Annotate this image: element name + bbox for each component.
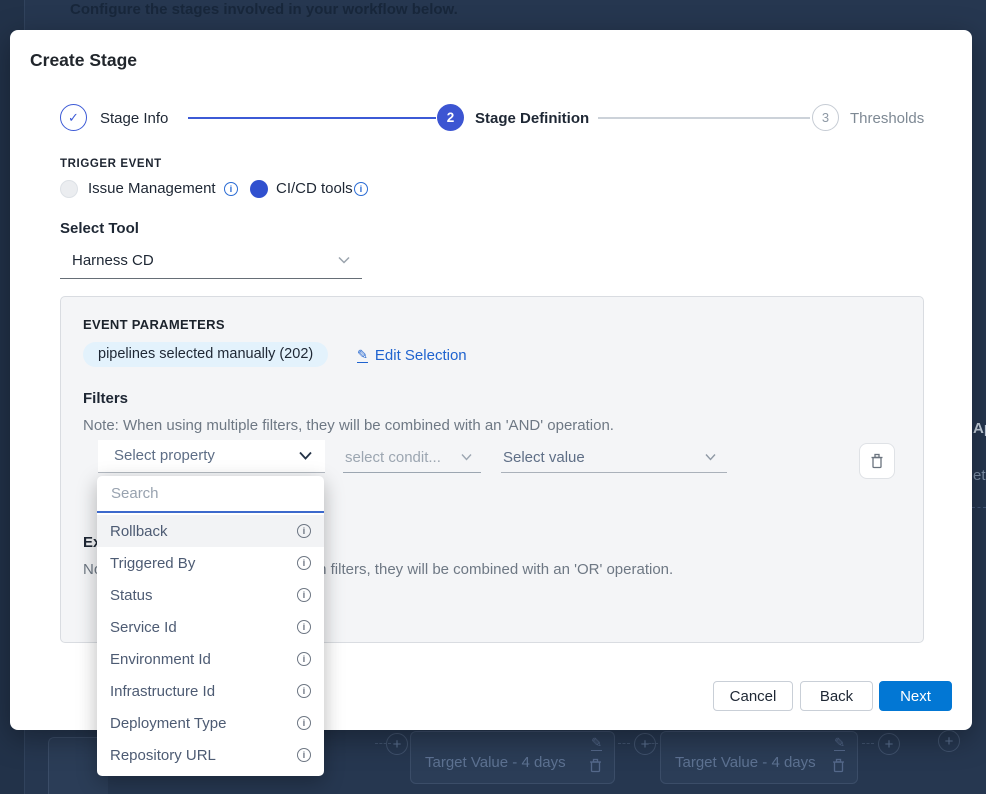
dropdown-item-status[interactable]: Status i [97, 579, 324, 611]
dropdown-item-label: Infrastructure Id [110, 683, 215, 700]
dropdown-item-list: Rollback i Triggered By i Status i Servi… [97, 513, 324, 771]
stepper-connector-pending [598, 117, 810, 119]
dashed-connector [972, 507, 986, 508]
dropdown-item-rollback[interactable]: Rollback i [97, 515, 324, 547]
step-2-number: 2 [447, 110, 455, 125]
clipped-background-text: et [973, 467, 986, 484]
select-tool-label: Select Tool [60, 220, 139, 237]
cancel-button[interactable]: Cancel [713, 681, 793, 711]
info-icon[interactable]: i [224, 182, 238, 196]
dashed-connector [862, 743, 874, 744]
info-icon[interactable]: i [297, 588, 311, 602]
tool-select-dropdown[interactable]: Harness CD [60, 243, 362, 279]
filter-value-select[interactable]: Select value [501, 445, 727, 473]
dropdown-item-infrastructure-id[interactable]: Infrastructure Id i [97, 675, 324, 707]
trash-icon [832, 758, 845, 773]
step-2-active-circle[interactable]: 2 [437, 104, 464, 131]
add-stage-plus-icon: + [878, 733, 900, 755]
dropdown-item-label: Triggered By [110, 555, 195, 572]
edit-pencil-icon: ✎ [834, 735, 845, 751]
dropdown-item-label: Environment Id [110, 651, 211, 668]
radio-cicd-tools[interactable] [250, 180, 268, 198]
step-1-done-circle[interactable]: ✓ [60, 104, 87, 131]
check-icon: ✓ [68, 110, 79, 126]
step-1-label[interactable]: Stage Info [100, 110, 168, 127]
dropdown-search-input[interactable] [97, 476, 324, 511]
trash-icon [589, 758, 602, 773]
tool-select-value: Harness CD [72, 252, 154, 269]
chevron-down-icon [705, 453, 717, 465]
info-icon[interactable]: i [297, 748, 311, 762]
dropdown-item-label: Deployment Type [110, 715, 226, 732]
edit-selection-link[interactable]: ✎ Edit Selection [357, 347, 467, 364]
dashed-connector [648, 743, 658, 744]
step-3-number: 3 [822, 110, 829, 125]
back-button[interactable]: Back [800, 681, 873, 711]
pipelines-selection-chip: pipelines selected manually (202) [83, 342, 328, 367]
event-parameters-heading: EVENT PARAMETERS [83, 317, 225, 332]
edit-pencil-icon: ✎ [591, 735, 602, 751]
radio-cicd-tools-label[interactable]: CI/CD tools [276, 180, 353, 197]
dropdown-item-label: Service Id [110, 619, 177, 636]
modal-title: Create Stage [30, 50, 137, 71]
step-2-label[interactable]: Stage Definition [475, 110, 589, 127]
dashed-connector [618, 743, 630, 744]
add-stage-plus-icon: + [634, 733, 656, 755]
dropdown-item-deployment-type[interactable]: Deployment Type i [97, 707, 324, 739]
add-stage-plus-icon: + [938, 730, 960, 752]
info-icon[interactable]: i [297, 652, 311, 666]
dropdown-search [97, 476, 324, 513]
info-icon[interactable]: i [354, 182, 368, 196]
info-icon[interactable]: i [297, 716, 311, 730]
filter-property-placeholder: Select property [114, 447, 215, 464]
add-stage-plus-icon: + [386, 733, 408, 755]
step-3-pending-circle[interactable]: 3 [812, 104, 839, 131]
dropdown-item-service-id[interactable]: Service Id i [97, 611, 324, 643]
filter-property-select[interactable]: Select property [98, 440, 325, 473]
property-dropdown-menu: Rollback i Triggered By i Status i Servi… [97, 476, 324, 776]
target-value-label: Target Value - 4 days [425, 754, 566, 771]
dropdown-item-environment-id[interactable]: Environment Id i [97, 643, 324, 675]
info-icon[interactable]: i [297, 684, 311, 698]
trigger-event-label: TRIGGER EVENT [60, 158, 162, 170]
edit-pencil-icon: ✎ [357, 348, 368, 363]
chevron-down-icon [461, 453, 473, 465]
filter-value-placeholder: Select value [503, 449, 585, 466]
next-button[interactable]: Next [879, 681, 952, 711]
dropdown-item-triggered-by[interactable]: Triggered By i [97, 547, 324, 579]
dropdown-item-repository-url[interactable]: Repository URL i [97, 739, 324, 771]
filter-condition-select[interactable]: select condit... [343, 445, 481, 473]
background-stage-card: Target Value - 4 days ✎ [410, 731, 615, 784]
radio-issue-management[interactable] [60, 180, 78, 198]
info-icon[interactable]: i [297, 620, 311, 634]
background-page-subtitle: Configure the stages involved in your wo… [70, 1, 458, 18]
filters-note: Note: When using multiple filters, they … [83, 417, 614, 434]
filter-condition-placeholder: select condit... [345, 449, 441, 466]
step-3-label[interactable]: Thresholds [850, 110, 924, 127]
target-value-label: Target Value - 4 days [675, 754, 816, 771]
edit-selection-label: Edit Selection [375, 347, 467, 364]
stepper-connector-done [188, 117, 436, 119]
info-icon[interactable]: i [297, 556, 311, 570]
delete-filter-button[interactable] [859, 443, 895, 479]
trash-icon [870, 453, 884, 469]
filters-heading: Filters [83, 390, 128, 407]
chevron-down-icon [299, 451, 311, 463]
chevron-down-icon [338, 256, 350, 268]
dropdown-item-label: Repository URL [110, 747, 216, 764]
background-stage-card: Target Value - 4 days ✎ [660, 731, 858, 784]
radio-issue-management-label[interactable]: Issue Management [88, 180, 216, 197]
clipped-background-text: Ap [973, 420, 986, 437]
dropdown-item-label: Rollback [110, 523, 168, 540]
dropdown-item-label: Status [110, 587, 153, 604]
info-icon[interactable]: i [297, 524, 311, 538]
